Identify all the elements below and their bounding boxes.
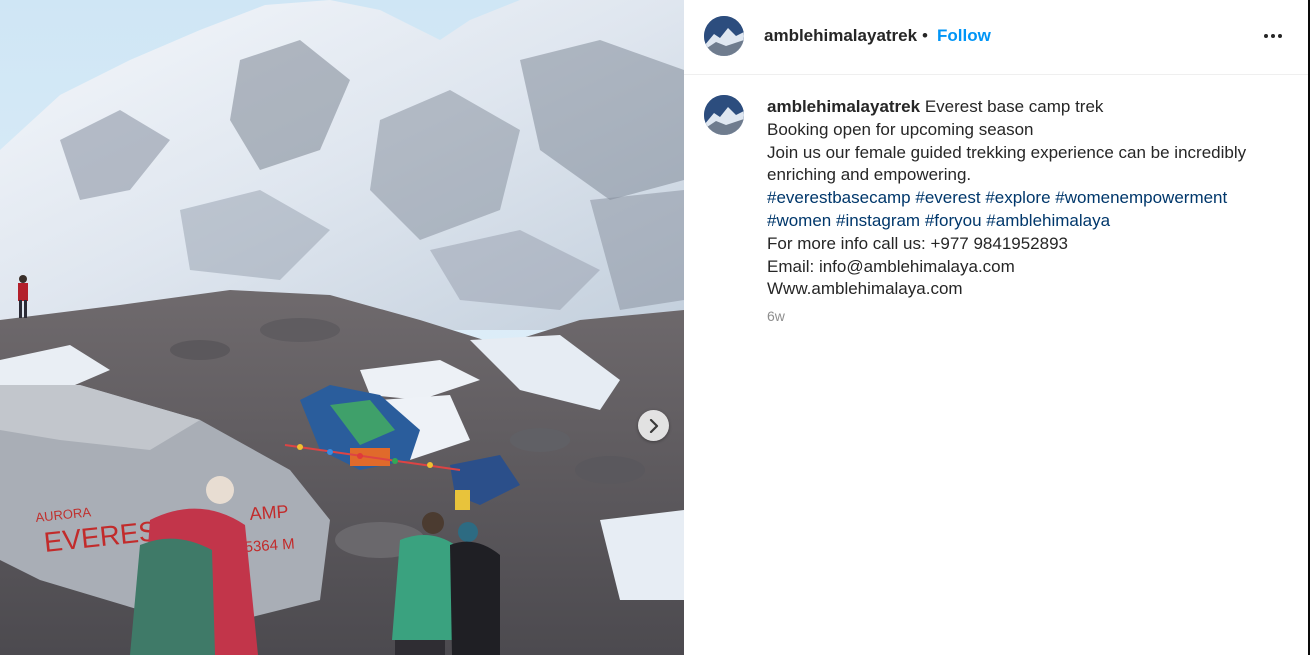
hashtag-link[interactable]: #amblehimalaya (986, 211, 1110, 230)
avatar-mountain-image (704, 16, 744, 56)
caption-line: Booking open for upcoming season (767, 119, 1034, 139)
avatar-mountain-image (704, 95, 744, 135)
rock-paint-altitude: 5364 M (244, 536, 295, 556)
post-photo[interactable]: AURORA EVERES AMP 5364 M (0, 0, 684, 655)
post-details-panel: amblehimalayatrek • Follow amblehimalaya… (684, 0, 1310, 655)
hashtag-link[interactable]: #foryou (925, 211, 982, 230)
caption-avatar[interactable] (704, 95, 744, 135)
separator-dot: • (922, 26, 928, 45)
caption-title-line: amblehimalayatrek Everest base camp trek (767, 96, 1287, 119)
hashtag-link[interactable]: #women (767, 211, 831, 230)
everest-base-camp-photo: AURORA EVERES AMP 5364 M (0, 0, 684, 655)
hashtag-link[interactable]: #instagram (836, 211, 920, 230)
hashtag-link[interactable]: #womenempowerment (1055, 188, 1227, 207)
email-line: Email: info@amblehimalaya.com (767, 256, 1015, 276)
post-author-username[interactable]: amblehimalayatrek (764, 26, 917, 46)
rock-paint-camp: AMP (249, 501, 289, 524)
post-timestamp[interactable]: 6w (767, 308, 785, 324)
hashtags-row: #everestbasecamp #everest #explore #wome… (767, 187, 1287, 210)
more-options-icon (1278, 34, 1282, 38)
caption-line: enriching and empowering. (767, 165, 972, 185)
caption-text: amblehimalayatrek Everest base camp trek… (767, 96, 1287, 301)
avatar[interactable] (704, 16, 744, 56)
phone-line: For more info call us: +977 9841952893 (767, 233, 1069, 253)
caption-username[interactable]: amblehimalayatrek (767, 97, 920, 116)
caption-line: Join us our female guided trekking exper… (767, 142, 1247, 162)
post-header: amblehimalayatrek • Follow (684, 0, 1308, 75)
hashtag-link[interactable]: #everest (915, 188, 980, 207)
follow-button[interactable]: Follow (937, 26, 991, 46)
more-options-icon (1271, 34, 1275, 38)
more-options-button[interactable] (1258, 24, 1288, 48)
website-line: Www.amblehimalaya.com (767, 279, 963, 299)
hashtags-row: #women #instagram #foryou #amblehimalaya (767, 210, 1287, 233)
hashtag-link[interactable]: #explore (985, 188, 1050, 207)
next-image-button[interactable] (638, 410, 669, 441)
caption-title: Everest base camp trek (924, 97, 1104, 116)
chevron-right-icon (649, 418, 658, 433)
more-options-icon (1264, 34, 1268, 38)
hashtag-link[interactable]: #everestbasecamp (767, 188, 911, 207)
